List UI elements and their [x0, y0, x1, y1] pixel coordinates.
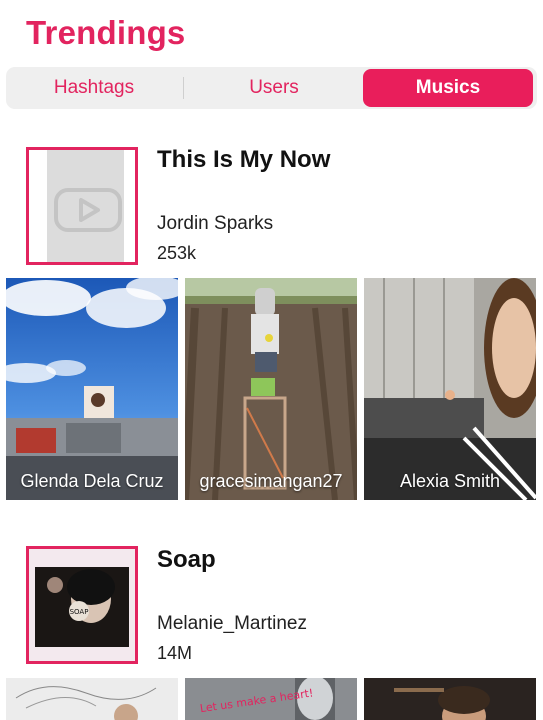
music-title[interactable]: This Is My Now	[157, 146, 330, 174]
svg-text:SOAP: SOAP	[70, 608, 89, 616]
tab-divider	[183, 77, 184, 99]
video-thumbnail[interactable]: Glenda Dela Cruz	[6, 278, 178, 500]
music-cover[interactable]: SOAP	[26, 546, 138, 664]
tab-hashtags[interactable]: Hashtags	[6, 69, 182, 107]
music-artist[interactable]: Melanie_Martinez	[157, 613, 307, 635]
video-image	[6, 278, 178, 500]
video-username: Alexia Smith	[399, 471, 501, 491]
video-thumbnail[interactable]: Alexia Smith	[364, 278, 536, 500]
video-thumbnail[interactable]: gracesimangan27	[185, 278, 357, 500]
video-username: gracesimangan27	[199, 471, 343, 491]
video-username: Glenda Dela Cruz	[20, 471, 164, 491]
music-cover[interactable]	[26, 147, 138, 265]
music-count: 253k	[157, 243, 197, 263]
video-thumbnail[interactable]	[6, 678, 178, 720]
video-image: Let us make a heart!	[185, 678, 357, 720]
video-thumbnail[interactable]	[364, 678, 536, 720]
cover-image: SOAP	[29, 549, 135, 661]
tab-bar: Hashtags Users Musics	[6, 67, 537, 109]
youtube-play-icon	[54, 188, 122, 232]
video-image	[364, 678, 536, 720]
video-image	[6, 678, 178, 720]
music-count: 14M	[157, 643, 193, 663]
tab-musics[interactable]: Musics	[363, 69, 533, 107]
music-title[interactable]: Soap	[157, 546, 216, 574]
music-artist[interactable]: Jordin Sparks	[157, 213, 273, 235]
page-title: Trendings	[26, 14, 186, 51]
tab-users[interactable]: Users	[186, 69, 362, 107]
video-thumbnail[interactable]: Let us make a heart!	[185, 678, 357, 720]
video-image	[185, 278, 357, 500]
video-image	[364, 278, 536, 500]
